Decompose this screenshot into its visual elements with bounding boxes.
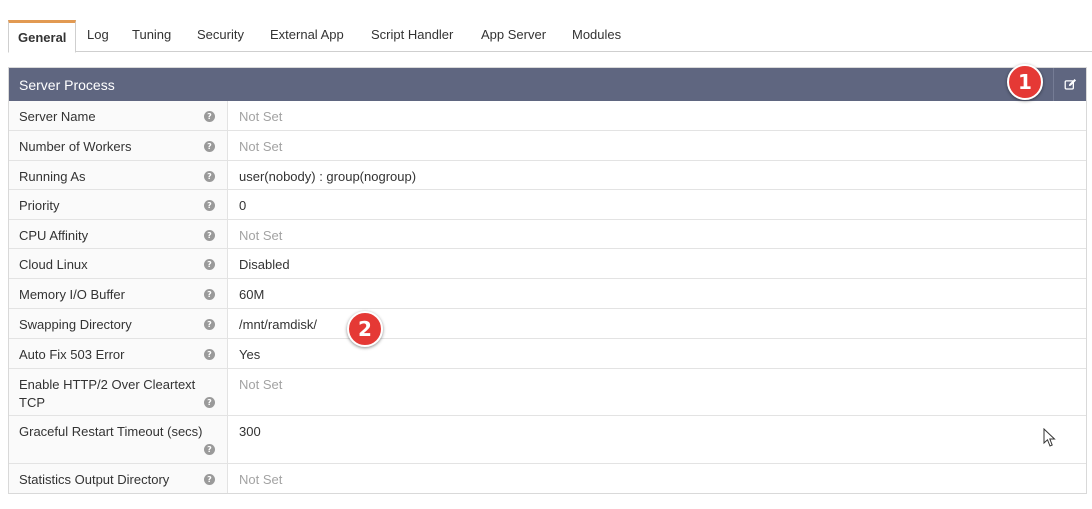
tab-tuning[interactable]: Tuning	[132, 19, 171, 52]
tab-log[interactable]: Log	[87, 19, 109, 52]
setting-label: Graceful Restart Timeout (secs)	[19, 424, 203, 439]
annotation-badge-1: 1	[1007, 64, 1043, 100]
setting-label: Server Name	[19, 109, 96, 124]
setting-label: Number of Workers	[19, 139, 132, 154]
setting-row-enable-http2-cleartext: Enable HTTP/2 Over Cleartext TCP ? Not S…	[9, 369, 1086, 416]
panel-header: Server Process	[9, 68, 1086, 101]
setting-label: Running As	[19, 169, 86, 184]
setting-row-cloud-linux: Cloud Linux ? Disabled	[9, 249, 1086, 279]
setting-label: Auto Fix 503 Error	[19, 347, 125, 362]
setting-label: Swapping Directory	[19, 317, 132, 332]
setting-label: Cloud Linux	[19, 257, 88, 272]
question-circle-icon[interactable]: ?	[204, 319, 215, 330]
question-circle-icon[interactable]: ?	[204, 289, 215, 300]
setting-row-server-name: Server Name ? Not Set	[9, 101, 1086, 131]
setting-label: Memory I/O Buffer	[19, 287, 125, 302]
setting-value: 0	[239, 198, 247, 213]
tab-app-server[interactable]: App Server	[481, 19, 546, 52]
setting-value: Not Set	[239, 377, 283, 392]
question-circle-icon[interactable]: ?	[204, 141, 215, 152]
setting-label: Priority	[19, 198, 60, 213]
setting-row-graceful-restart-timeout: Graceful Restart Timeout (secs) ? 300	[9, 416, 1086, 464]
setting-row-cpu-affinity: CPU Affinity ? Not Set	[9, 220, 1086, 249]
question-circle-icon[interactable]: ?	[204, 200, 215, 211]
question-circle-icon[interactable]: ?	[204, 171, 215, 182]
edit-icon	[1064, 78, 1076, 90]
setting-row-priority: Priority ? 0	[9, 190, 1086, 220]
panel-title: Server Process	[19, 77, 115, 93]
setting-value: Disabled	[239, 257, 290, 272]
tab-script-handler[interactable]: Script Handler	[371, 19, 453, 52]
setting-value: Not Set	[239, 472, 283, 487]
tab-modules[interactable]: Modules	[572, 19, 621, 52]
question-circle-icon[interactable]: ?	[204, 111, 215, 122]
annotation-badge-2: 2	[347, 311, 383, 347]
question-circle-icon[interactable]: ?	[204, 230, 215, 241]
setting-label: Statistics Output Directory	[19, 472, 170, 487]
setting-row-swapping-directory: Swapping Directory ? /mnt/ramdisk/	[9, 309, 1086, 339]
question-circle-icon[interactable]: ?	[204, 397, 215, 408]
server-process-panel: Server Process Server Name ? Not Set Num…	[8, 67, 1087, 494]
mouse-cursor-icon	[1043, 428, 1056, 447]
edit-button[interactable]	[1053, 68, 1086, 101]
tab-general[interactable]: General	[8, 20, 77, 53]
setting-value: Not Set	[239, 228, 283, 243]
setting-value: Not Set	[239, 109, 283, 124]
setting-row-running-as: Running As ? user(nobody) : group(nogrou…	[9, 161, 1086, 190]
setting-row-auto-fix-503-error: Auto Fix 503 Error ? Yes	[9, 339, 1086, 369]
setting-value: user(nobody) : group(nogroup)	[239, 169, 417, 184]
setting-row-statistics-output-directory: Statistics Output Directory ? Not Set	[9, 464, 1086, 493]
tab-external-app[interactable]: External App	[270, 19, 344, 52]
setting-row-memory-io-buffer: Memory I/O Buffer ? 60M	[9, 279, 1086, 309]
question-circle-icon[interactable]: ?	[204, 444, 215, 455]
setting-value: 300	[239, 424, 261, 439]
setting-label: Enable HTTP/2 Over Cleartext TCP	[19, 377, 196, 410]
setting-row-number-of-workers: Number of Workers ? Not Set	[9, 131, 1086, 161]
tab-security[interactable]: Security	[197, 19, 244, 52]
setting-value: Not Set	[239, 139, 283, 154]
tab-bar: General Log Tuning Security External App…	[8, 19, 1092, 53]
question-circle-icon[interactable]: ?	[204, 474, 215, 485]
setting-value: 60M	[239, 287, 265, 302]
setting-value: Yes	[239, 347, 261, 362]
question-circle-icon[interactable]: ?	[204, 259, 215, 270]
question-circle-icon[interactable]: ?	[204, 349, 215, 360]
setting-label: CPU Affinity	[19, 228, 89, 243]
setting-value: /mnt/ramdisk/	[239, 317, 318, 332]
